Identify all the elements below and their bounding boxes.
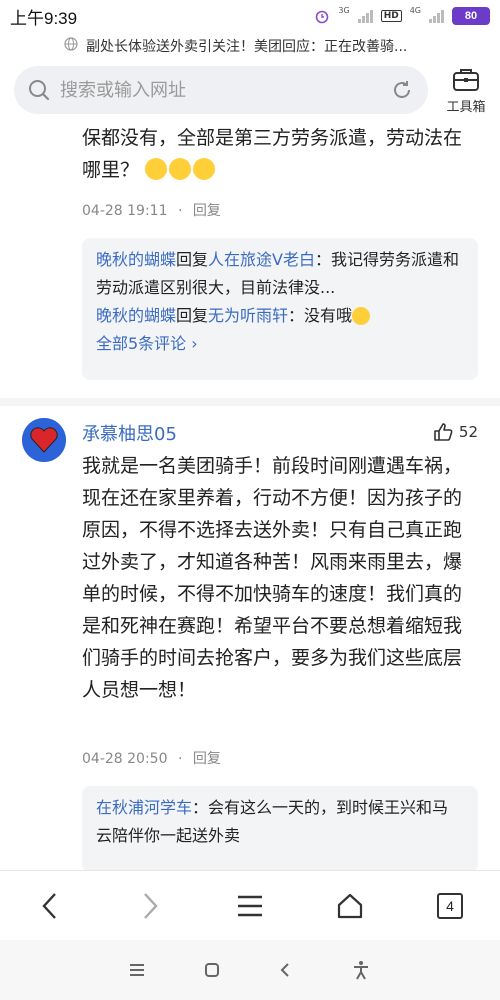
refresh-icon[interactable]: [390, 78, 414, 102]
reply-box[interactable]: 在秋浦河学车：会有这么一天的，到时候王兴和马云陪伴你一起送外卖: [82, 786, 478, 870]
reply-verb: 回复: [176, 306, 209, 325]
tab-count: 4: [437, 893, 463, 919]
comment-meta: 04-28 20:50 · 回复: [82, 748, 227, 768]
search-input[interactable]: [58, 78, 390, 102]
comment-body: 保都没有，全部是第三方劳务派遣，劳动法在哪里？: [82, 126, 478, 186]
reply-button[interactable]: 回复: [193, 751, 221, 767]
forward-button[interactable]: [120, 881, 180, 931]
search-icon: [29, 80, 50, 101]
comment-date: 04-28 20:50: [82, 751, 168, 767]
tabs-button[interactable]: 4: [420, 881, 480, 931]
system-navigation-bar: [0, 940, 500, 1000]
battery-indicator: 80: [452, 7, 490, 25]
status-bar: 上午9:39 3G HD 4G 80: [0, 0, 500, 32]
reply-target[interactable]: 无为听雨轩: [208, 306, 288, 325]
meta-separator: ·: [177, 203, 183, 219]
signal-icon: [357, 9, 373, 23]
home-square-icon[interactable]: [204, 962, 220, 978]
recents-menu-icon[interactable]: [129, 963, 145, 977]
comment-text: 保都没有，全部是第三方劳务派遣，劳动法在哪里？: [82, 127, 463, 181]
reply-text: ：没有哦: [288, 306, 353, 325]
network-4g-label: 4G: [409, 5, 421, 15]
toolbox-button[interactable]: 工具箱: [440, 66, 492, 115]
toolbox-icon: [453, 69, 479, 91]
comment-meta: 04-28 19:11 · 回复: [82, 200, 227, 220]
menu-icon: [238, 895, 262, 917]
reply-item[interactable]: 在秋浦河学车：会有这么一天的，到时候王兴和马云陪伴你一起送外卖: [96, 794, 464, 850]
alarm-icon: [316, 10, 329, 24]
reply-target[interactable]: 人在旅途V老白: [208, 250, 315, 269]
comment-list[interactable]: 保都没有，全部是第三方劳务派遣，劳动法在哪里？ 04-28 19:11 · 回复…: [0, 126, 500, 870]
home-button[interactable]: [320, 881, 380, 931]
emoji-icon: [145, 158, 168, 180]
reply-item[interactable]: 晚秋的蝴蝶回复无为听雨轩：没有哦: [96, 302, 464, 330]
globe-icon: [64, 37, 78, 51]
comment-username[interactable]: 承慕柚思05: [82, 420, 177, 446]
reply-box[interactable]: 晚秋的蝴蝶回复人在旅途V老白：我记得劳务派遣和劳动派遣区别很大，目前法律没...…: [82, 238, 478, 380]
like-count: 52: [458, 423, 478, 441]
emoji-icon: [193, 158, 216, 180]
avatar[interactable]: [22, 418, 66, 462]
browser-toolbar: 4: [0, 870, 500, 941]
hd-badge: HD: [380, 10, 402, 22]
reply-user[interactable]: 在秋浦河学车: [96, 798, 192, 817]
address-bar[interactable]: [14, 66, 428, 114]
back-button[interactable]: [20, 881, 80, 931]
comment-date: 04-28 19:11: [82, 203, 168, 219]
reply-user[interactable]: 晚秋的蝴蝶: [96, 250, 176, 269]
toolbox-label: 工具箱: [446, 100, 486, 115]
emoji-icon: [169, 158, 192, 180]
laughing-emoji-icon: [352, 307, 371, 325]
divider: [0, 398, 500, 406]
thumbs-up-icon: [434, 423, 453, 441]
chevron-left-icon: [42, 893, 56, 919]
reply-item[interactable]: 晚秋的蝴蝶回复人在旅途V老白：我记得劳务派遣和劳动派遣区别很大，目前法律没...: [96, 246, 464, 302]
menu-button[interactable]: [220, 881, 280, 931]
meta-separator: ·: [177, 751, 183, 767]
status-icons: 3G HD 4G 80: [314, 5, 490, 25]
reply-user[interactable]: 晚秋的蝴蝶: [96, 306, 176, 325]
network-3g-label: 3G: [338, 5, 350, 15]
reply-verb: 回复: [176, 250, 209, 269]
like-button[interactable]: 52: [433, 422, 478, 442]
chevron-right-icon: [144, 893, 158, 919]
accessibility-icon[interactable]: [351, 960, 371, 980]
back-arrow-icon[interactable]: [278, 962, 292, 978]
page-title: 副处长体验送外卖引关注！美团回应：正在改善骑...: [86, 39, 408, 55]
heart-avatar-icon: [22, 418, 66, 462]
comment-text: 我就是一名美团骑手！前段时间刚遭遇车祸，现在还在家里养着，行动不方便！因为孩子的…: [82, 455, 463, 701]
reply-button[interactable]: 回复: [193, 203, 221, 219]
all-comments-link[interactable]: 全部5条评论 ›: [96, 330, 464, 358]
signal-icon-2: [429, 9, 444, 23]
home-icon: [337, 893, 363, 919]
status-time: 上午9:39: [10, 8, 78, 28]
